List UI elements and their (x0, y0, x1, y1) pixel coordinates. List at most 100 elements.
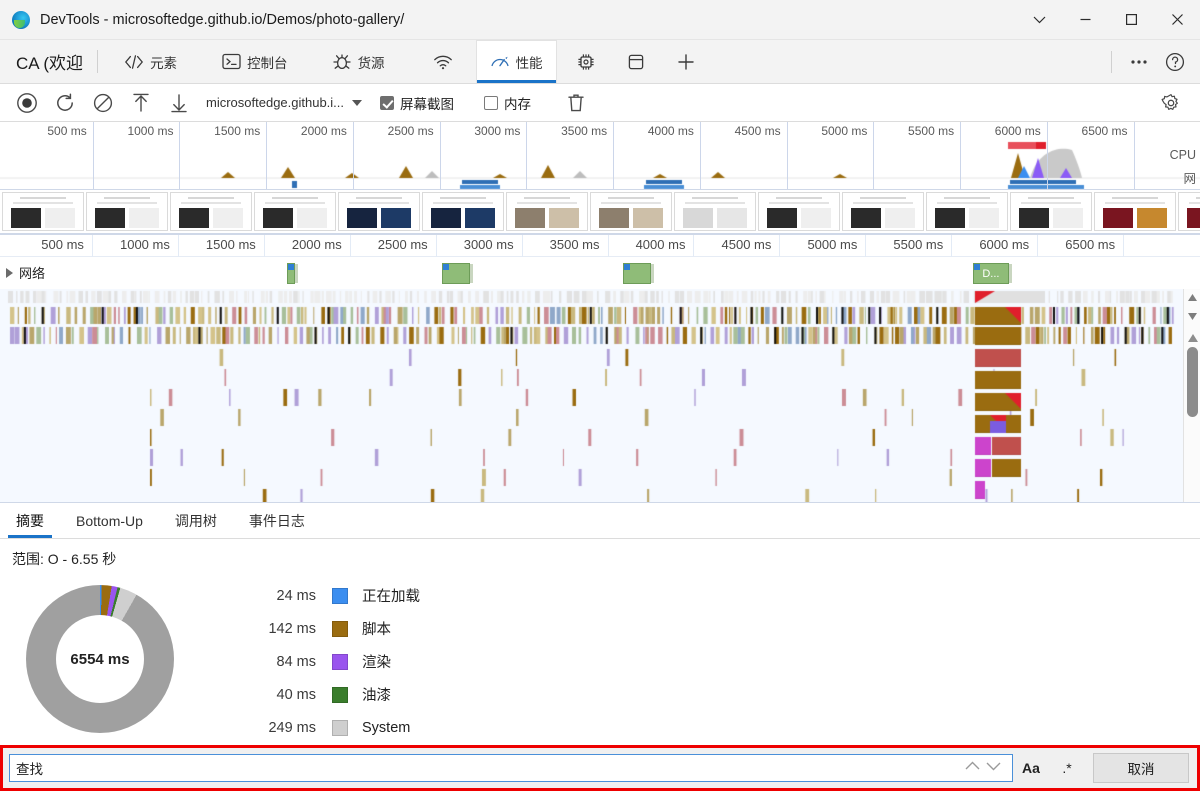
clear-prohibited-icon[interactable] (84, 88, 122, 118)
gear-icon[interactable] (1152, 88, 1190, 118)
drawer-tabs: 摘要 Bottom-Up 调用树 事件日志 (0, 503, 1200, 539)
ruler-tick-label: 6000 ms (979, 237, 1030, 252)
filmstrip-frame[interactable] (674, 192, 756, 231)
network-track-label: 网络 (19, 266, 46, 281)
filmstrip[interactable] (0, 190, 1200, 234)
search-input-placeholder: 查找 (16, 762, 43, 777)
minimize-button[interactable] (1062, 0, 1108, 40)
tab-application[interactable] (613, 40, 659, 83)
frame-title-line (860, 197, 906, 199)
filmstrip-frame[interactable] (86, 192, 168, 231)
maximize-button[interactable] (1108, 0, 1154, 40)
tab-memory[interactable] (563, 40, 609, 83)
network-request-block[interactable]: D... (972, 263, 1012, 284)
filmstrip-frame[interactable] (926, 192, 1008, 231)
legend-swatch (332, 620, 348, 637)
ruler-gridline (179, 122, 181, 189)
drawer-tab-1[interactable]: Bottom-Up (60, 503, 159, 538)
more-ellipsis-icon[interactable] (1122, 45, 1156, 79)
frame-title-line (20, 197, 66, 199)
search-prev-button[interactable] (964, 759, 981, 778)
tab-sources[interactable]: 货源 (319, 40, 398, 83)
filmstrip-frame[interactable] (2, 192, 84, 231)
flame-chart-pane[interactable] (0, 289, 1200, 519)
download-arrow-icon[interactable] (160, 88, 198, 118)
tab-elements[interactable]: 元素 (98, 40, 190, 83)
help-question-icon[interactable] (1158, 45, 1192, 79)
frame-thumb-right (297, 208, 327, 228)
filmstrip-frame[interactable] (338, 192, 420, 231)
ruler-tick-label: 2500 ms (387, 124, 434, 138)
filmstrip-frame[interactable] (1094, 192, 1176, 231)
filmstrip-frame[interactable] (1010, 192, 1092, 231)
legend-row[interactable]: 142 ms 脚本 (230, 612, 420, 645)
scrollbar-thumb[interactable] (1187, 347, 1198, 417)
search-input[interactable]: 查找 (9, 754, 1013, 782)
network-request-block[interactable] (286, 263, 298, 284)
search-nav (964, 759, 1006, 778)
cancel-button[interactable]: 取消 (1093, 753, 1189, 783)
filmstrip-frame[interactable] (254, 192, 336, 231)
drawer-tab-2[interactable]: 调用树 (159, 503, 233, 538)
tab-performance[interactable]: 性能 (475, 40, 557, 83)
flame-chart-scrollbar[interactable] (1183, 289, 1200, 519)
scroll-up-arrow-lower[interactable] (1184, 329, 1200, 346)
match-case-button[interactable]: Aa (1013, 753, 1049, 783)
scroll-up-arrow[interactable] (1184, 289, 1200, 306)
legend-swatch (332, 653, 348, 670)
network-request-block[interactable] (623, 263, 655, 284)
reload-record-icon[interactable] (46, 88, 84, 118)
frame-thumb-right (801, 208, 831, 228)
tab-network[interactable] (420, 40, 466, 83)
ruler-tick-label: 5000 ms (807, 237, 858, 252)
flame-chart[interactable] (0, 289, 1183, 519)
ruler-tick-label: 1500 ms (205, 237, 256, 252)
request-tail (1008, 264, 1012, 283)
frame-thumb-right (885, 208, 915, 228)
network-track-header[interactable]: 网络 (6, 263, 45, 282)
filmstrip-frame[interactable] (422, 192, 504, 231)
application-box-icon (626, 53, 646, 71)
network-track[interactable]: 网络 D... (0, 257, 1200, 289)
drawer-tab-0[interactable]: 摘要 (0, 503, 60, 538)
legend-row[interactable]: 84 ms 渲染 (230, 645, 420, 678)
trash-icon[interactable] (557, 88, 595, 118)
tab-add-panel[interactable] (663, 40, 709, 83)
frame-sub-line (1189, 202, 1200, 204)
frame-sub-line (853, 202, 913, 204)
frame-thumb-left (851, 208, 881, 228)
target-url-dropdown[interactable]: microsoftedge.github.i... (206, 95, 363, 110)
network-block-label: D... (982, 267, 1000, 280)
window-title: DevTools - microsoftedge.github.io/Demos… (40, 11, 405, 28)
close-button[interactable] (1154, 0, 1200, 40)
filmstrip-frame[interactable] (842, 192, 924, 231)
regex-button[interactable]: .* (1049, 753, 1085, 783)
record-circle-icon[interactable] (8, 88, 46, 118)
frame-thumb-right (717, 208, 747, 228)
filmstrip-frame[interactable] (506, 192, 588, 231)
scroll-down-arrow-upper[interactable] (1184, 308, 1200, 325)
screenshots-checkbox[interactable]: 屏幕截图 (380, 93, 454, 113)
window-chevron-down-icon[interactable] (1016, 0, 1062, 40)
welcome-tab[interactable]: CA (欢迎 (0, 40, 97, 83)
memory-checkbox[interactable]: 内存 (484, 93, 531, 113)
upload-arrow-icon[interactable] (122, 88, 160, 118)
legend-row[interactable]: 249 ms System (230, 711, 420, 744)
timeline-ruler[interactable]: 500 ms 1000 ms 1500 ms 2000 ms 2500 ms 3000 m… (0, 235, 1200, 488)
network-request-block[interactable] (442, 263, 473, 284)
memory-checkbox-box (484, 95, 499, 110)
search-next-button[interactable] (985, 759, 1002, 778)
frame-thumb-right (1053, 208, 1083, 228)
filmstrip-frame[interactable] (758, 192, 840, 231)
summary-donut-chart[interactable]: 6554 ms (26, 585, 174, 733)
overview-ruler[interactable]: CPU 网 500 ms 1000 ms 1500 ms 2000 ms 2500 ms… (0, 122, 1200, 190)
legend-row[interactable]: 40 ms 油漆 (230, 678, 420, 711)
frame-sub-line (517, 202, 577, 204)
tab-console[interactable]: 控制台 (208, 40, 301, 83)
drawer-tab-3[interactable]: 事件日志 (233, 503, 321, 538)
legend-row[interactable]: 24 ms 正在加载 (230, 579, 420, 612)
filmstrip-frame[interactable] (1178, 192, 1200, 231)
filmstrip-frame[interactable] (590, 192, 672, 231)
filmstrip-frame[interactable] (170, 192, 252, 231)
cpu-axis-label: CPU (1169, 148, 1196, 162)
